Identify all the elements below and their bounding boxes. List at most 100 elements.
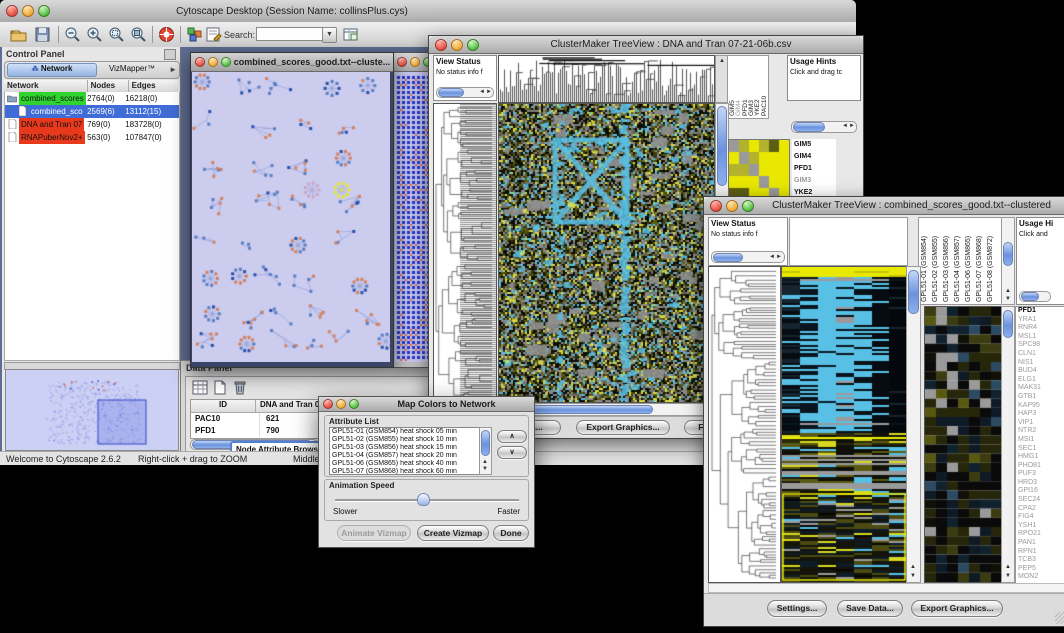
zoom-selected-icon[interactable] — [108, 26, 125, 43]
gene-label[interactable]: GPI16 — [1016, 487, 1064, 496]
column-label[interactable]: PAC10 — [761, 58, 767, 116]
tv1-heatmap[interactable] — [498, 103, 715, 403]
network-list-row[interactable]: combined_scores2764(0)16218(0) — [5, 92, 179, 105]
column-label[interactable]: GIM4 — [735, 58, 741, 116]
tv1-export-graphics-button[interactable]: Export Graphics... — [576, 420, 670, 435]
gene-label[interactable]: PEP5 — [1016, 565, 1064, 574]
column-label[interactable]: GPL51-04 (GSM857) — [954, 220, 963, 302]
gene-label[interactable]: CLN1 — [1016, 350, 1064, 359]
close-icon[interactable] — [323, 399, 333, 409]
gene-label[interactable]: GIM3 — [792, 175, 836, 187]
network-graph-view[interactable] — [192, 72, 390, 362]
gene-label[interactable]: PAN1 — [1016, 539, 1064, 548]
gene-label[interactable]: YSH1 — [1016, 522, 1064, 531]
vizmapper-icon[interactable] — [186, 26, 203, 43]
column-label[interactable]: GIM3 — [748, 58, 754, 116]
column-label[interactable]: GPL51-06 (GSM865) — [965, 220, 974, 302]
header-edges[interactable]: Edges — [129, 80, 178, 92]
attribute-item[interactable]: GPL51-07 (GSM868) heat shock 60 min — [330, 468, 480, 475]
zoom-out-icon[interactable] — [64, 26, 81, 43]
gene-label[interactable]: NIS1 — [1016, 359, 1064, 368]
header-network[interactable]: Network — [4, 80, 88, 92]
save-session-icon[interactable] — [34, 26, 51, 43]
column-label[interactable]: GPL51-02 (GSM855) — [932, 220, 941, 302]
tv1-status-scrollbar[interactable]: ◄► — [436, 87, 494, 98]
background-network-window[interactable] — [393, 52, 433, 368]
close-icon[interactable] — [195, 57, 205, 67]
gene-label[interactable]: SEC24 — [1016, 496, 1064, 505]
attribute-item[interactable]: GPL51-01 (GSM854) heat shock 05 min — [330, 428, 480, 436]
gene-label[interactable]: HAP3 — [1016, 410, 1064, 419]
column-label[interactable]: GPL51-08 (GSM872) — [987, 220, 996, 302]
attribute-item[interactable]: GPL51-02 (GSM855) heat shock 10 min — [330, 436, 480, 444]
gene-label[interactable]: MSI1 — [1016, 436, 1064, 445]
create-vizmap-button[interactable]: Create Vizmap — [417, 525, 489, 541]
tv1-row-dendrogram[interactable] — [433, 103, 497, 403]
minimize-icon[interactable] — [451, 39, 463, 51]
gene-label[interactable]: TCB3 — [1016, 556, 1064, 565]
gene-label[interactable]: MSL1 — [1016, 333, 1064, 342]
close-icon[interactable] — [435, 39, 447, 51]
minimize-icon[interactable] — [336, 399, 346, 409]
network-list-row[interactable]: RNAPuberNov2+563(0)107847(0) — [5, 131, 179, 144]
gene-label[interactable]: PUF3 — [1016, 470, 1064, 479]
gene-label[interactable]: VIP1 — [1016, 419, 1064, 428]
column-label[interactable]: GPL51-03 (GSM856) — [943, 220, 952, 302]
gene-label[interactable]: GIM4 — [792, 151, 836, 163]
search-input[interactable] — [256, 27, 324, 41]
table-icon[interactable] — [192, 380, 208, 395]
gene-label[interactable]: PFD1 — [792, 163, 836, 175]
tv2-row-dendrogram[interactable] — [708, 266, 781, 583]
gene-label[interactable]: SEC1 — [1016, 445, 1064, 454]
gene-label[interactable]: KAP95 — [1016, 402, 1064, 411]
close-icon[interactable] — [397, 57, 407, 67]
gene-label[interactable]: RPN1 — [1016, 548, 1064, 557]
tv1-column-dendrogram[interactable] — [498, 55, 715, 103]
column-label[interactable]: YKE2 — [754, 58, 760, 116]
tab-network[interactable]: ⁂ Network — [7, 63, 97, 77]
column-label[interactable]: GPL51-07 (GSM868) — [976, 220, 985, 302]
trash-icon[interactable] — [232, 380, 248, 395]
gene-label[interactable]: HRD3 — [1016, 479, 1064, 488]
tab-vizmapper[interactable]: VizMapper™ — [99, 64, 165, 74]
column-label[interactable]: GPL51-01 (GSM854) — [921, 220, 930, 302]
search-dropdown-arrow-icon[interactable]: ▼ — [322, 27, 337, 43]
tv2-labels-scrollbar[interactable]: ▲▼ — [1001, 217, 1015, 305]
slider-thumb[interactable] — [417, 493, 430, 506]
main-titlebar[interactable]: Cytoscape Desktop (Session Name: collins… — [0, 0, 856, 23]
network-list-row[interactable]: DNA and Tran 07769(0)183728(0) — [5, 118, 179, 131]
gene-label[interactable]: PFD1 — [1016, 307, 1064, 316]
gene-label[interactable]: GTB1 — [1016, 393, 1064, 402]
float-panel-icon[interactable] — [164, 49, 176, 60]
help-lifesaver-icon[interactable] — [158, 26, 175, 43]
attribute-browser-icon[interactable] — [342, 26, 359, 43]
resize-grip[interactable] — [1055, 612, 1064, 624]
zoom-fit-icon[interactable] — [130, 26, 147, 43]
tv2-hints-scrollbar[interactable] — [1019, 291, 1051, 302]
tv2-export-graphics-button[interactable]: Export Graphics... — [911, 600, 1003, 617]
tv2-status-scrollbar[interactable]: ◄► — [711, 251, 785, 263]
more-tabs-arrow-icon[interactable]: ► — [169, 65, 177, 74]
tv1-detail-hscrollbar[interactable]: ◄► — [791, 121, 857, 133]
tv2-global-vscrollbar[interactable]: ▲▼ — [906, 266, 921, 583]
gene-label[interactable]: MAK31 — [1016, 384, 1064, 393]
close-icon[interactable] — [710, 200, 722, 212]
minimize-icon[interactable] — [726, 200, 738, 212]
tv2-save-data-button[interactable]: Save Data... — [837, 600, 903, 617]
tv2-detail-heatmap[interactable] — [924, 306, 1003, 583]
minimize-icon[interactable] — [208, 57, 218, 67]
move-up-button[interactable]: ∧ — [497, 430, 527, 443]
network-overview-panel[interactable] — [5, 369, 179, 451]
attribute-item[interactable]: GPL51-06 (GSM865) heat shock 40 min — [330, 460, 480, 468]
tv2-detail-vscrollbar[interactable]: ▲▼ — [1001, 306, 1015, 583]
gene-label[interactable]: FIG4 — [1016, 513, 1064, 522]
id-column-header[interactable]: ID — [191, 400, 256, 412]
gene-label[interactable]: BUD4 — [1016, 367, 1064, 376]
close-icon[interactable] — [6, 5, 18, 17]
network-list-row[interactable]: combined_sco2569(6)13112(15) — [5, 105, 179, 118]
gene-label[interactable]: NTR2 — [1016, 427, 1064, 436]
gene-label[interactable]: MON2 — [1016, 573, 1064, 582]
attribute-item[interactable]: GPL51-04 (GSM857) heat shock 20 min — [330, 452, 480, 460]
zoom-window-icon[interactable] — [221, 57, 231, 67]
zoom-window-icon[interactable] — [742, 200, 754, 212]
